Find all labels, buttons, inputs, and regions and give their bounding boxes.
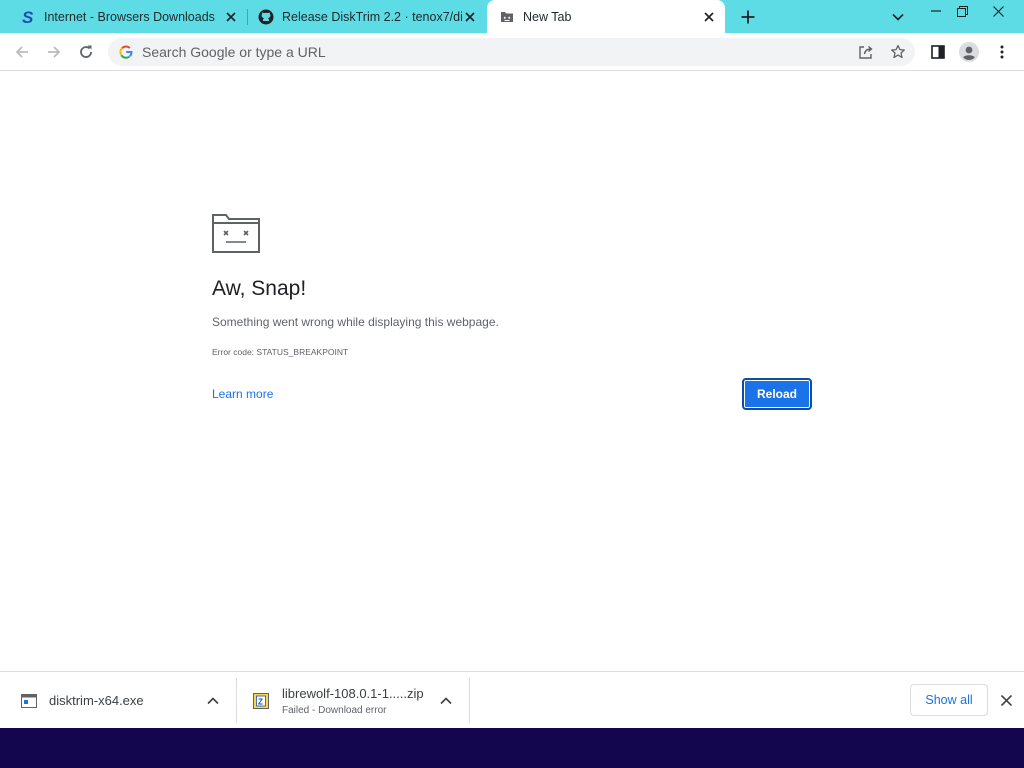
google-g-icon xyxy=(118,44,134,60)
tab-internet-browsers[interactable]: S Internet - Browsers Downloads xyxy=(0,0,247,33)
download-separator xyxy=(236,678,237,723)
tab-new-tab[interactable]: New Tab xyxy=(487,0,725,33)
tab-title: Internet - Browsers Downloads xyxy=(44,9,215,24)
menu-kebab-icon[interactable] xyxy=(992,42,1012,62)
error-code: Error code: STATUS_BREAKPOINT xyxy=(212,347,349,357)
tab-strip: S Internet - Browsers Downloads Release … xyxy=(0,0,1024,33)
tab-title: New Tab xyxy=(523,9,572,24)
error-title: Aw, Snap! xyxy=(212,277,307,300)
svg-text:S: S xyxy=(22,9,34,25)
softpedia-s-icon: S xyxy=(20,9,36,25)
close-shelf-icon[interactable] xyxy=(998,692,1014,708)
sad-folder-icon xyxy=(499,9,515,25)
download-item-disktrim[interactable]: disktrim-x64.exe xyxy=(20,672,230,729)
omnibox[interactable] xyxy=(108,38,915,66)
restore-button[interactable] xyxy=(946,0,978,22)
close-tab-icon[interactable] xyxy=(223,9,239,25)
zip-file-icon: Z xyxy=(252,692,270,710)
download-separator xyxy=(469,678,470,723)
close-tab-icon[interactable] xyxy=(701,9,717,25)
exe-file-icon xyxy=(20,692,38,710)
back-button[interactable] xyxy=(10,40,34,64)
reload-icon[interactable] xyxy=(74,40,98,64)
download-status: Failed - Download error xyxy=(282,704,387,716)
profile-avatar-icon[interactable] xyxy=(959,42,979,62)
error-message: Something went wrong while displaying th… xyxy=(212,315,499,329)
page-content: Aw, Snap! Something went wrong while dis… xyxy=(0,71,1024,671)
reload-button[interactable]: Reload xyxy=(742,378,812,410)
side-panel-icon[interactable] xyxy=(928,42,948,62)
download-filename: disktrim-x64.exe xyxy=(49,693,144,708)
sad-tab-icon xyxy=(212,213,260,253)
close-tab-icon[interactable] xyxy=(462,9,478,25)
tab-release-disktrim[interactable]: Release DiskTrim 2.2 · tenox7/disktrim xyxy=(248,0,486,33)
browser-toolbar xyxy=(0,33,1024,71)
download-text: librewolf-108.0.1-1.....zip Failed - Dow… xyxy=(282,686,424,716)
download-filename: librewolf-108.0.1-1.....zip xyxy=(282,685,424,701)
show-all-button[interactable]: Show all xyxy=(910,684,988,716)
new-tab-button[interactable] xyxy=(736,5,760,29)
learn-more-link[interactable]: Learn more xyxy=(212,387,273,401)
taskbar xyxy=(0,728,1024,768)
chevron-up-icon[interactable] xyxy=(438,693,454,709)
download-item-librewolf[interactable]: Z librewolf-108.0.1-1.....zip Failed - D… xyxy=(252,672,462,729)
omnibox-input[interactable] xyxy=(142,44,832,60)
forward-button[interactable] xyxy=(42,40,66,64)
download-shelf: disktrim-x64.exe Z librewolf-108.0.1-1..… xyxy=(0,671,1024,728)
svg-text:Z: Z xyxy=(258,697,263,706)
close-window-button[interactable] xyxy=(982,0,1014,22)
tab-search-chevron-icon[interactable] xyxy=(888,7,908,27)
chevron-up-icon[interactable] xyxy=(205,693,221,709)
share-icon[interactable] xyxy=(858,44,874,60)
tab-title: Release DiskTrim 2.2 · tenox7/disktrim xyxy=(282,9,462,24)
bookmark-star-icon[interactable] xyxy=(890,44,906,60)
github-icon xyxy=(258,9,274,25)
